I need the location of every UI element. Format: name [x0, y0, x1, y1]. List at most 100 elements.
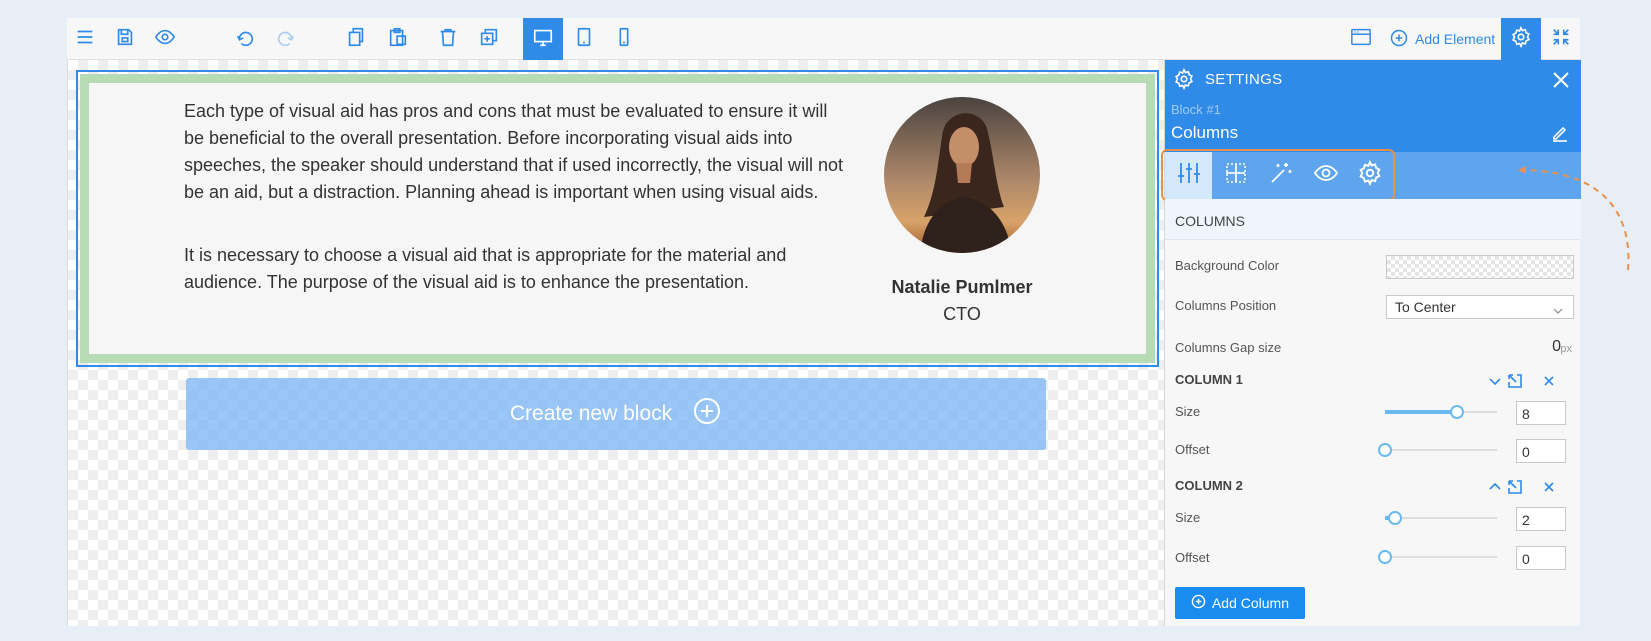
column-2-size-slider[interactable] [1385, 511, 1497, 525]
column-2-size-label: Size [1175, 510, 1201, 525]
desktop-view-button[interactable] [523, 18, 563, 60]
tab-advanced[interactable] [1346, 152, 1393, 199]
column-1-size-input[interactable]: 8 [1516, 401, 1566, 425]
undo-button[interactable] [227, 18, 263, 60]
hamburger-icon [74, 26, 96, 53]
paste-icon [387, 26, 409, 53]
redo-button[interactable] [268, 18, 304, 60]
preview-button[interactable] [147, 18, 183, 60]
duplicate-icon [478, 26, 500, 53]
layout-button[interactable] [1341, 18, 1381, 60]
column-2-offset-slider[interactable] [1378, 550, 1497, 564]
plus-circle-icon [1389, 28, 1409, 51]
copy-icon [345, 26, 367, 53]
paste-button[interactable] [380, 18, 416, 60]
tablet-icon [573, 26, 595, 53]
mobile-view-button[interactable] [604, 18, 644, 60]
close-icon[interactable] [1541, 373, 1557, 389]
eye-icon [154, 26, 176, 53]
close-icon[interactable] [1551, 70, 1571, 90]
copy-button[interactable] [338, 18, 374, 60]
editor-toolbar: Add Element [67, 18, 1580, 60]
trash-icon [437, 26, 459, 53]
selected-block[interactable]: Each type of visual aid has pros and con… [76, 70, 1159, 367]
close-icon[interactable] [1541, 479, 1557, 495]
select-column-icon[interactable] [1507, 373, 1523, 389]
add-element-label: Add Element [1415, 31, 1496, 47]
editor-canvas: Each type of visual aid has pros and con… [67, 60, 1164, 626]
person-role: CTO [943, 304, 981, 324]
plus-circle-icon [692, 396, 722, 432]
block-id: Block #1 [1171, 102, 1221, 117]
gear-icon [1173, 67, 1195, 91]
add-column-label: Add Column [1211, 595, 1290, 611]
tab-grid[interactable] [1212, 152, 1259, 199]
tab-layout[interactable] [1165, 152, 1212, 199]
slider-thumb[interactable] [1378, 550, 1392, 564]
slider-thumb[interactable] [1388, 511, 1403, 525]
browser-window-icon [1350, 26, 1372, 53]
gap-size-unit: px [1560, 343, 1572, 355]
column-2-offset-label: Offset [1175, 550, 1210, 565]
slider-thumb[interactable] [1378, 443, 1392, 457]
desktop-icon [532, 26, 554, 53]
tab-visibility[interactable] [1302, 152, 1349, 199]
gear-icon [1357, 159, 1383, 191]
sliders-icon [1176, 160, 1202, 191]
save-button[interactable] [107, 18, 143, 60]
settings-panel: SETTINGS Block #1 Columns COLUMNS Backgr… [1161, 60, 1581, 626]
plus-circle-icon [1191, 594, 1206, 612]
settings-title: SETTINGS [1205, 71, 1283, 88]
chevron-down-icon [1553, 303, 1563, 314]
columns-position-label: Columns Position [1175, 298, 1277, 313]
create-new-block-button[interactable]: Create new block [186, 378, 1046, 450]
column-1-offset-input[interactable]: 0 [1516, 439, 1566, 463]
fullscreen-button[interactable] [1541, 18, 1580, 60]
tablet-view-button[interactable] [564, 18, 604, 60]
collapse-icon [1550, 26, 1572, 53]
create-block-label: Create new block [509, 402, 673, 425]
settings-header: SETTINGS Block #1 Columns [1165, 60, 1581, 152]
chevron-down-icon[interactable] [1487, 373, 1503, 389]
columns-position-value: To Center [1395, 299, 1456, 315]
add-column-button[interactable]: Add Column [1175, 587, 1305, 619]
person-name: Natalie Pumlmer [891, 277, 1033, 297]
avatar[interactable] [884, 97, 1040, 253]
gear-icon [1510, 25, 1532, 53]
select-column-icon[interactable] [1507, 479, 1523, 495]
columns-block: Each type of visual aid has pros and con… [80, 74, 1155, 363]
paragraph: Each type of visual aid has pros and con… [184, 101, 844, 202]
pencil-icon[interactable] [1551, 124, 1569, 142]
slider-thumb[interactable] [1449, 405, 1464, 419]
redo-icon [275, 26, 297, 53]
column-1-actions [1487, 373, 1571, 391]
column-2-actions [1487, 479, 1571, 497]
column-1-title: COLUMN 1 [1175, 372, 1243, 387]
column-1-size-slider[interactable] [1385, 405, 1497, 419]
save-icon [114, 26, 136, 53]
gap-size-label: Columns Gap size [1175, 340, 1282, 355]
annotation-arrow [1518, 166, 1630, 271]
text-column[interactable]: Each type of visual aid has pros and con… [184, 98, 844, 296]
column-1-offset-label: Offset [1175, 442, 1210, 457]
delete-button[interactable] [430, 18, 466, 60]
chevron-up-icon[interactable] [1487, 479, 1503, 495]
magic-wand-icon [1268, 160, 1294, 191]
columns-position-select[interactable]: To Center [1386, 295, 1574, 319]
column-2-offset-input[interactable]: 0 [1516, 546, 1566, 570]
column-1-size-label: Size [1175, 404, 1201, 419]
tab-effects[interactable] [1257, 152, 1304, 199]
block-name: Columns [1171, 123, 1239, 142]
grid-icon [1223, 160, 1249, 191]
mobile-icon [613, 26, 635, 53]
eye-icon [1313, 160, 1339, 191]
settings-button[interactable] [1501, 18, 1541, 60]
paragraph: It is necessary to choose a visual aid t… [184, 245, 787, 292]
add-element-button[interactable]: Add Element [1389, 18, 1495, 60]
column-2-size-input[interactable]: 2 [1516, 507, 1566, 531]
undo-icon [234, 26, 256, 53]
background-color-label: Background Color [1175, 258, 1280, 273]
menu-button[interactable] [67, 18, 103, 60]
column-1-offset-slider[interactable] [1378, 443, 1497, 457]
duplicate-button[interactable] [471, 18, 507, 60]
